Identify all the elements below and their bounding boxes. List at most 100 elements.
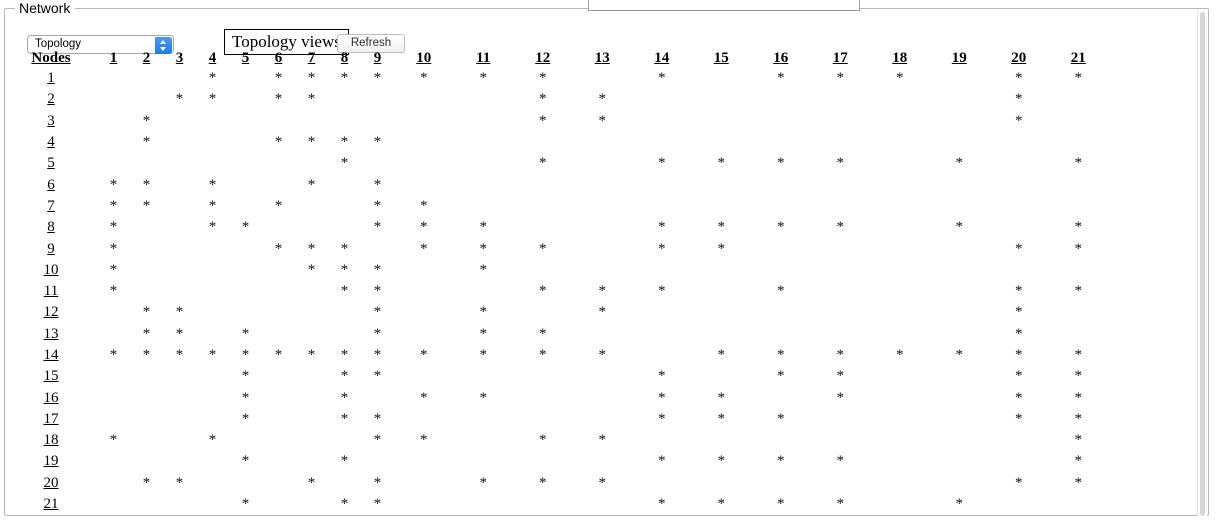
matrix-cell-12-7[interactable] — [295, 302, 328, 323]
matrix-cell-1-20[interactable]: * — [989, 68, 1049, 89]
matrix-cell-11-18[interactable] — [870, 281, 930, 302]
matrix-cell-18-11[interactable] — [454, 430, 514, 451]
matrix-cell-5-6[interactable] — [262, 153, 295, 174]
matrix-cell-3-6[interactable] — [262, 111, 295, 132]
matrix-cell-21-4[interactable] — [196, 494, 229, 515]
matrix-cell-15-3[interactable] — [163, 366, 196, 387]
matrix-cell-20-6[interactable] — [262, 473, 295, 494]
matrix-cell-12-1[interactable] — [97, 302, 130, 323]
matrix-cell-8-21[interactable]: * — [1049, 217, 1109, 238]
matrix-cell-11-2[interactable] — [130, 281, 163, 302]
matrix-cell-19-19[interactable] — [930, 451, 990, 472]
matrix-cell-7-18[interactable] — [870, 196, 930, 217]
matrix-cell-1-18[interactable]: * — [870, 68, 930, 89]
matrix-cell-9-12[interactable]: * — [513, 238, 573, 259]
matrix-cell-7-11[interactable] — [454, 196, 514, 217]
column-header-21[interactable]: 21 — [1049, 49, 1109, 68]
matrix-cell-18-2[interactable] — [130, 430, 163, 451]
matrix-cell-8-7[interactable] — [295, 217, 328, 238]
matrix-cell-9-13[interactable] — [573, 238, 633, 259]
matrix-cell-11-15[interactable] — [692, 281, 752, 302]
matrix-cell-2-20[interactable]: * — [989, 89, 1049, 110]
matrix-cell-3-10[interactable] — [394, 111, 454, 132]
matrix-cell-19-11[interactable] — [454, 451, 514, 472]
matrix-cell-2-2[interactable] — [130, 89, 163, 110]
matrix-cell-9-2[interactable] — [130, 238, 163, 259]
matrix-cell-20-3[interactable]: * — [163, 473, 196, 494]
matrix-cell-1-15[interactable] — [692, 68, 752, 89]
matrix-cell-6-19[interactable] — [930, 174, 990, 195]
column-header-6[interactable]: 6 — [262, 49, 295, 68]
matrix-cell-10-16[interactable] — [751, 260, 811, 281]
matrix-cell-15-16[interactable]: * — [751, 366, 811, 387]
matrix-cell-14-11[interactable]: * — [454, 345, 514, 366]
matrix-cell-10-5[interactable] — [229, 260, 262, 281]
matrix-cell-7-2[interactable]: * — [130, 196, 163, 217]
matrix-cell-21-14[interactable]: * — [632, 494, 692, 515]
matrix-cell-16-21[interactable]: * — [1049, 387, 1109, 408]
matrix-cell-11-6[interactable] — [262, 281, 295, 302]
matrix-cell-2-16[interactable] — [751, 89, 811, 110]
matrix-cell-10-18[interactable] — [870, 260, 930, 281]
matrix-cell-10-8[interactable]: * — [328, 260, 361, 281]
matrix-cell-6-13[interactable] — [573, 174, 633, 195]
matrix-cell-18-17[interactable] — [811, 430, 871, 451]
column-header-7[interactable]: 7 — [295, 49, 328, 68]
matrix-cell-18-12[interactable]: * — [513, 430, 573, 451]
matrix-cell-12-2[interactable]: * — [130, 302, 163, 323]
matrix-cell-17-9[interactable]: * — [361, 409, 394, 430]
matrix-cell-5-10[interactable] — [394, 153, 454, 174]
matrix-cell-4-6[interactable]: * — [262, 132, 295, 153]
matrix-cell-11-3[interactable] — [163, 281, 196, 302]
matrix-cell-8-13[interactable] — [573, 217, 633, 238]
row-header-17[interactable]: 17 — [5, 409, 97, 430]
matrix-cell-10-13[interactable] — [573, 260, 633, 281]
matrix-cell-3-14[interactable] — [632, 111, 692, 132]
row-header-21[interactable]: 21 — [5, 494, 97, 515]
matrix-cell-20-5[interactable] — [229, 473, 262, 494]
matrix-cell-5-2[interactable] — [130, 153, 163, 174]
matrix-cell-16-1[interactable] — [97, 387, 130, 408]
matrix-cell-18-16[interactable] — [751, 430, 811, 451]
matrix-cell-18-19[interactable] — [930, 430, 990, 451]
matrix-cell-5-1[interactable] — [97, 153, 130, 174]
matrix-cell-10-6[interactable] — [262, 260, 295, 281]
matrix-cell-6-14[interactable] — [632, 174, 692, 195]
matrix-cell-15-15[interactable] — [692, 366, 752, 387]
matrix-cell-4-16[interactable] — [751, 132, 811, 153]
matrix-cell-17-3[interactable] — [163, 409, 196, 430]
matrix-cell-18-8[interactable] — [328, 430, 361, 451]
matrix-cell-18-4[interactable]: * — [196, 430, 229, 451]
matrix-cell-20-13[interactable]: * — [573, 473, 633, 494]
matrix-cell-12-16[interactable] — [751, 302, 811, 323]
matrix-cell-4-3[interactable] — [163, 132, 196, 153]
matrix-cell-19-2[interactable] — [130, 451, 163, 472]
matrix-cell-10-12[interactable] — [513, 260, 573, 281]
matrix-cell-4-18[interactable] — [870, 132, 930, 153]
row-header-15[interactable]: 15 — [5, 366, 97, 387]
matrix-cell-18-20[interactable] — [989, 430, 1049, 451]
matrix-cell-5-8[interactable]: * — [328, 153, 361, 174]
matrix-cell-3-1[interactable] — [97, 111, 130, 132]
matrix-cell-9-1[interactable]: * — [97, 238, 130, 259]
matrix-cell-8-15[interactable]: * — [692, 217, 752, 238]
column-header-20[interactable]: 20 — [989, 49, 1049, 68]
matrix-cell-10-21[interactable] — [1049, 260, 1109, 281]
matrix-cell-11-5[interactable] — [229, 281, 262, 302]
matrix-cell-1-1[interactable] — [97, 68, 130, 89]
matrix-cell-11-9[interactable]: * — [361, 281, 394, 302]
matrix-cell-18-13[interactable]: * — [573, 430, 633, 451]
matrix-cell-14-4[interactable]: * — [196, 345, 229, 366]
matrix-cell-10-20[interactable] — [989, 260, 1049, 281]
matrix-cell-16-11[interactable]: * — [454, 387, 514, 408]
matrix-cell-16-12[interactable] — [513, 387, 573, 408]
matrix-cell-1-10[interactable]: * — [394, 68, 454, 89]
row-header-2[interactable]: 2 — [5, 89, 97, 110]
matrix-cell-13-9[interactable]: * — [361, 324, 394, 345]
row-header-19[interactable]: 19 — [5, 451, 97, 472]
matrix-cell-19-18[interactable] — [870, 451, 930, 472]
matrix-cell-4-2[interactable]: * — [130, 132, 163, 153]
row-header-7[interactable]: 7 — [5, 196, 97, 217]
matrix-cell-2-9[interactable] — [361, 89, 394, 110]
matrix-cell-19-4[interactable] — [196, 451, 229, 472]
